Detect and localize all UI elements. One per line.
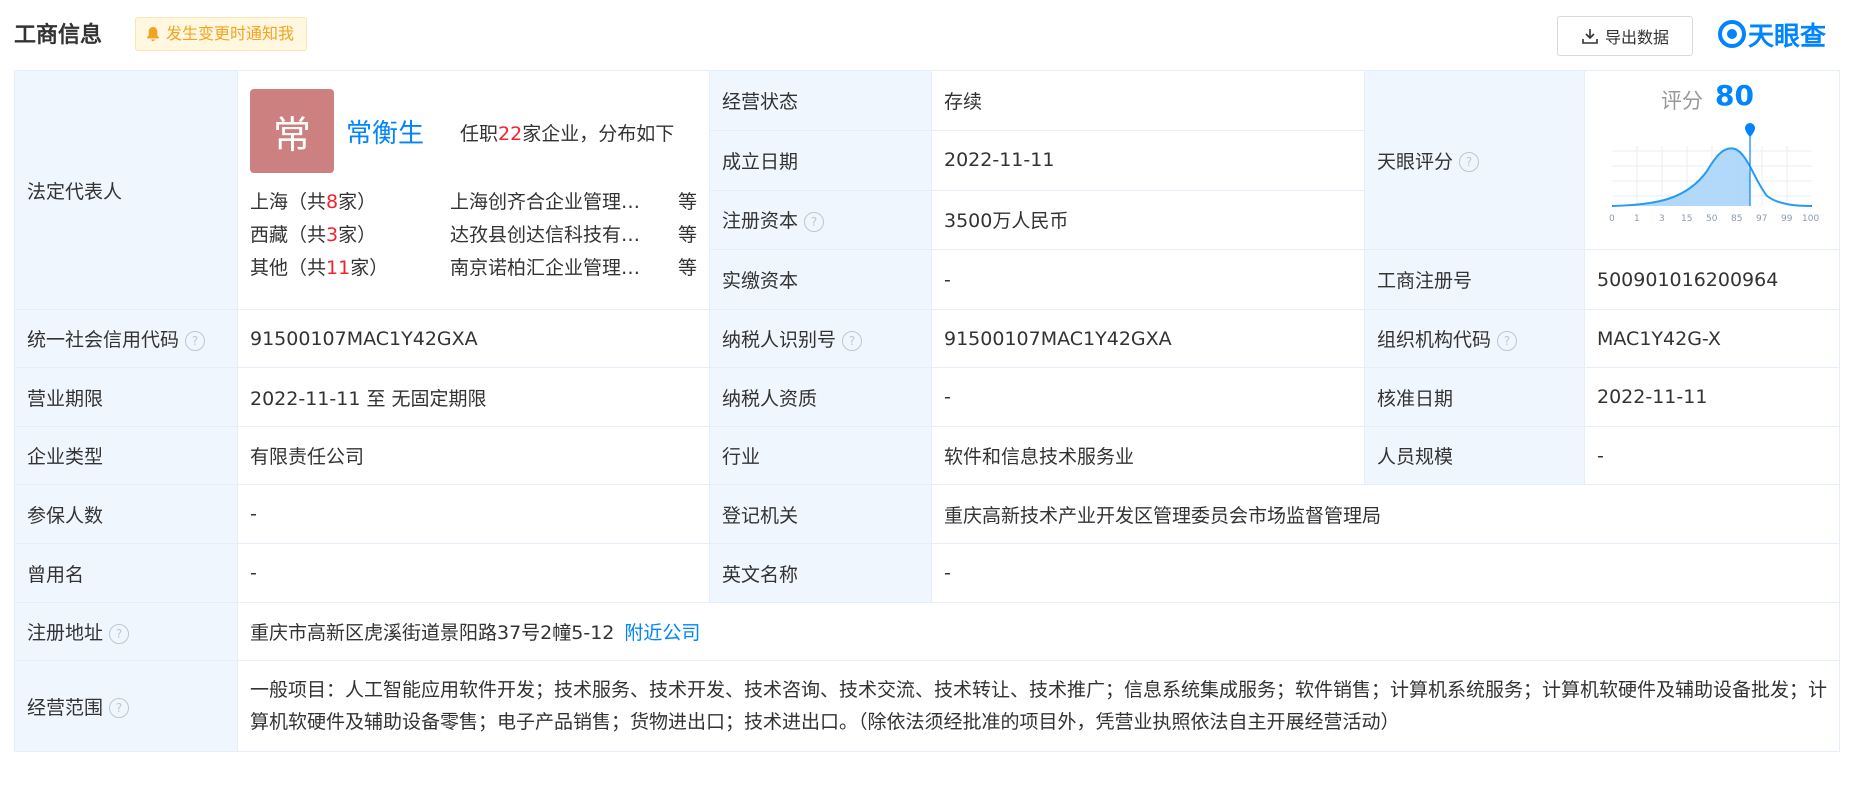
score-title: 评分 <box>1661 89 1703 113</box>
address-value: 重庆市高新区虎溪街道景阳路37号2幢5-12 附近公司 <box>237 602 1840 661</box>
taxpayer-id-label: 纳税人识别号? <box>709 309 932 368</box>
tick-labels: 0 1 3 15 50 85 97 99 100 <box>1609 214 1819 224</box>
tick-label: 0 <box>1609 214 1615 224</box>
tick-label: 15 <box>1681 214 1692 224</box>
region-tibet: 西藏（共3家） <box>250 224 377 246</box>
help-icon[interactable]: ? <box>804 211 825 232</box>
region-more[interactable]: 等 <box>678 187 697 214</box>
org-code-label: 组织机构代码? <box>1364 309 1585 368</box>
logo-icon <box>1718 20 1746 48</box>
legal-rep-label: 法定代表人 <box>14 70 238 310</box>
approve-label: 核准日期 <box>1364 367 1585 427</box>
region-more[interactable]: 等 <box>678 220 697 247</box>
insured-label: 参保人数 <box>14 484 238 544</box>
export-data-button[interactable]: 导出数据 <box>1557 16 1693 56</box>
download-icon <box>1582 29 1598 44</box>
tick-label: 100 <box>1802 214 1819 224</box>
authority-value: 重庆高新技术产业开发区管理委员会市场监督管理局 <box>931 484 1840 544</box>
industry-value: 软件和信息技术服务业 <box>931 426 1365 485</box>
founded-value: 2022-11-11 <box>931 130 1365 191</box>
type-label: 企业类型 <box>14 426 238 485</box>
nearby-companies-link[interactable]: 附近公司 <box>624 622 700 644</box>
insured-value: - <box>237 484 710 544</box>
export-label: 导出数据 <box>1604 28 1669 47</box>
help-icon[interactable]: ? <box>109 698 130 718</box>
tick-label: 50 <box>1706 214 1718 224</box>
taxpayer-id-value: 91500107MAC1Y42GXA <box>931 309 1365 368</box>
industry-label: 行业 <box>709 426 932 485</box>
score-value: 80 <box>1715 79 1754 112</box>
authority-label: 登记机关 <box>709 484 932 544</box>
notify-on-change-button[interactable]: 发生变更时通知我 <box>135 17 308 51</box>
english-name-value: - <box>931 543 1840 603</box>
logo-text: 天眼查 <box>1748 21 1827 52</box>
legal-rep-desc: 任职22家企业，分布如下 <box>460 123 675 145</box>
legal-rep-cell: 常 常衡生 任职22家企业，分布如下 上海（共8家） 上海创齐合企业管理… 等 … <box>237 70 710 310</box>
address-label: 注册地址? <box>14 602 238 661</box>
avatar[interactable]: 常 <box>250 89 334 173</box>
help-icon[interactable]: ? <box>109 623 130 644</box>
paid-capital-label: 实缴资本 <box>709 249 932 310</box>
tianyan-score-label: 天眼评分? <box>1364 70 1585 250</box>
status-value: 存续 <box>931 69 1365 132</box>
founded-label: 成立日期 <box>709 130 932 191</box>
help-icon[interactable]: ? <box>1497 330 1518 351</box>
english-name-label: 英文名称 <box>709 543 932 603</box>
help-icon[interactable]: ? <box>185 330 206 351</box>
taxpayer-qual-label: 纳税人资质 <box>709 367 932 427</box>
region-other: 其他（共11家） <box>250 257 389 279</box>
tick-label: 1 <box>1634 214 1640 224</box>
staff-value: - <box>1584 426 1840 485</box>
approve-value: 2022-11-11 <box>1584 367 1840 427</box>
help-icon[interactable]: ? <box>1459 152 1480 172</box>
tick-label: 97 <box>1756 214 1767 224</box>
region-more[interactable]: 等 <box>678 253 697 280</box>
reg-capital-label: 注册资本? <box>709 189 932 251</box>
score-chart-cell[interactable]: 评分 80 0 1 3 15 50 85 97 99 100 <box>1584 70 1840 250</box>
former-name-label: 曾用名 <box>14 543 238 603</box>
status-label: 经营状态 <box>709 69 932 132</box>
tick-label: 99 <box>1781 214 1793 224</box>
scope-value: 一般项目：人工智能应用软件开发；技术服务、技术开发、技术咨询、技术交流、技术转让… <box>237 660 1840 752</box>
region-company-link[interactable]: 南京诺柏汇企业管理… <box>450 253 660 280</box>
help-icon[interactable]: ? <box>842 330 863 351</box>
tick-label: 85 <box>1731 214 1742 224</box>
region-shanghai: 上海（共8家） <box>250 191 377 213</box>
rep-company-count: 22 <box>498 123 523 145</box>
tianyancha-logo: 天眼查 <box>1718 16 1826 52</box>
reg-no-value: 500901016200964 <box>1584 249 1840 310</box>
scope-label: 经营范围? <box>14 660 238 752</box>
notify-label: 发生变更时通知我 <box>166 24 295 43</box>
section-title: 工商信息 <box>14 23 103 48</box>
curve-area <box>1612 148 1750 206</box>
term-label: 营业期限 <box>14 367 238 427</box>
bell-icon <box>147 27 159 42</box>
region-company-link[interactable]: 上海创齐合企业管理… <box>450 187 660 214</box>
credit-code-value: 91500107MAC1Y42GXA <box>237 309 710 368</box>
tick-label: 3 <box>1659 214 1665 224</box>
former-name-value: - <box>237 543 710 603</box>
legal-rep-name-link[interactable]: 常衡生 <box>346 113 424 150</box>
type-value: 有限责任公司 <box>237 426 710 485</box>
staff-label: 人员规模 <box>1364 426 1585 485</box>
org-code-value: MAC1Y42G-X <box>1584 309 1840 368</box>
business-info-table: 法定代表人 常 常衡生 任职22家企业，分布如下 上海（共8家） 上海创齐合企业… <box>14 69 1840 752</box>
score-marker-pin <box>1745 123 1755 137</box>
credit-code-label: 统一社会信用代码? <box>14 309 238 368</box>
term-value: 2022-11-11 至 无固定期限 <box>237 367 710 427</box>
taxpayer-qual-value: - <box>931 367 1365 427</box>
paid-capital-value: - <box>931 249 1365 310</box>
reg-no-label: 工商注册号 <box>1364 249 1585 310</box>
region-company-link[interactable]: 达孜县创达信科技有… <box>450 220 660 247</box>
section-header: 工商信息 发生变更时通知我 导出数据 天眼查 <box>0 0 1853 62</box>
reg-capital-value: 3500万人民币 <box>931 189 1365 251</box>
score-distribution-chart: 0 1 3 15 50 85 97 99 100 <box>1609 123 1819 224</box>
